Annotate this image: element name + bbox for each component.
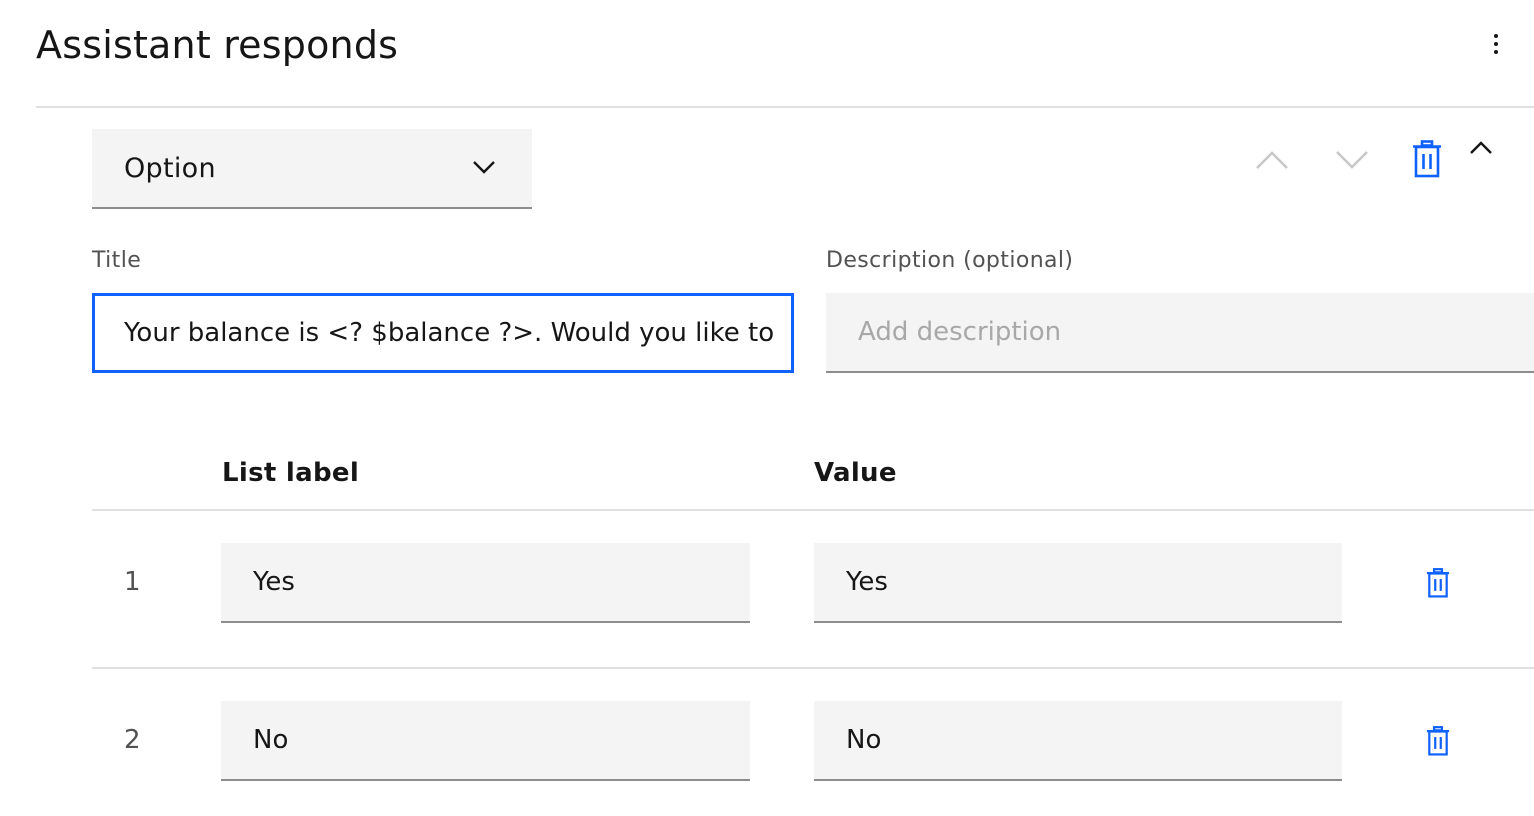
table-header-divider <box>92 509 1534 511</box>
overflow-dot <box>1494 42 1498 46</box>
option-label-input[interactable] <box>221 701 750 781</box>
row-number: 1 <box>124 567 141 597</box>
dropdown-selected-value: Option <box>124 152 216 184</box>
list-label-column-header: List label <box>222 458 360 488</box>
header-divider <box>36 106 1534 108</box>
description-input[interactable] <box>826 293 1534 373</box>
title-input[interactable]: Your balance is <? $balance ?>. Would yo… <box>92 293 794 373</box>
delete-response-button[interactable] <box>1406 140 1448 182</box>
trash-can-icon <box>1412 140 1442 182</box>
row-number: 2 <box>124 725 141 755</box>
response-type-dropdown[interactable]: Option <box>92 129 532 209</box>
value-column-header: Value <box>814 458 897 488</box>
option-value-input[interactable] <box>814 701 1342 781</box>
title-label: Title <box>92 248 142 273</box>
description-label: Description (optional) <box>826 248 1074 273</box>
chevron-up-icon <box>1469 140 1493 159</box>
trash-can-icon <box>1426 568 1450 602</box>
option-value-input[interactable] <box>814 543 1342 623</box>
collapse-button[interactable] <box>1464 136 1498 162</box>
overflow-dot <box>1494 50 1498 54</box>
delete-option-button[interactable] <box>1418 566 1458 604</box>
trash-can-icon <box>1426 726 1450 760</box>
page-title: Assistant responds <box>36 23 399 67</box>
chevron-up-icon <box>1255 150 1289 174</box>
overflow-menu-vertical-icon[interactable] <box>1480 26 1512 62</box>
chevron-down-icon <box>1335 150 1369 174</box>
chevron-down-icon <box>472 159 496 178</box>
row-divider <box>92 667 1534 669</box>
overflow-dot <box>1494 34 1498 38</box>
move-down-button[interactable] <box>1332 144 1372 180</box>
delete-option-button[interactable] <box>1418 724 1458 762</box>
move-up-button[interactable] <box>1252 144 1292 180</box>
option-label-input[interactable] <box>221 543 750 623</box>
